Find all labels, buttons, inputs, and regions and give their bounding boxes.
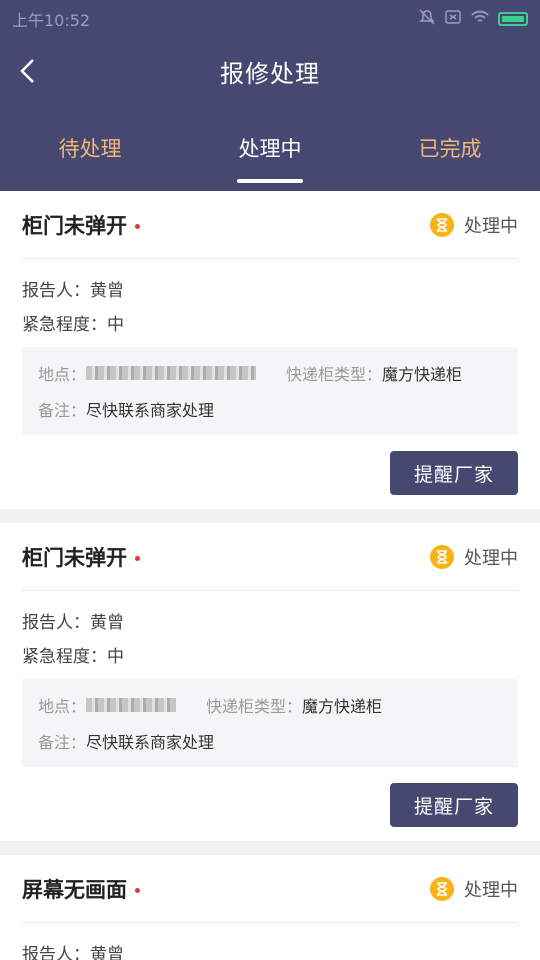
urgent-dot bbox=[135, 556, 140, 561]
status-badge: 处理中 bbox=[430, 876, 518, 902]
sim-icon bbox=[444, 8, 462, 30]
urgency-row: 紧急程度：中 bbox=[22, 305, 518, 339]
location-line: 地点： 快递柜类型： 魔方快递柜 bbox=[38, 687, 502, 723]
location-line: 地点： 快递柜类型： 魔方快递柜 bbox=[38, 355, 502, 391]
reporter-value: 黄曾 bbox=[90, 612, 124, 633]
tab-pending[interactable]: 待处理 bbox=[0, 104, 180, 191]
card-title-text: 柜门未弹开 bbox=[22, 545, 127, 570]
battery-icon bbox=[498, 12, 528, 26]
remark-label: 备注： bbox=[38, 733, 87, 752]
card-body: 报告人： 黄曾 紧急程度：中 地点： 快递柜类型： 魔方快递柜 备注： 尽快联系商… bbox=[22, 259, 518, 435]
urgency-value: 中 bbox=[107, 314, 124, 335]
repair-card[interactable]: 屏幕无画面 处理中 报告人： 黄曾 bbox=[0, 855, 540, 960]
urgency-label: 紧急程度： bbox=[22, 314, 107, 335]
tab-processing[interactable]: 处理中 bbox=[180, 104, 360, 191]
page-title: 报修处理 bbox=[220, 59, 320, 88]
reporter-value: 黄曾 bbox=[90, 280, 124, 301]
locker-type-value: 魔方快递柜 bbox=[302, 697, 383, 716]
card-title-text: 柜门未弹开 bbox=[22, 213, 127, 238]
header: 上午10:52 报修处理 待处理 处理中 已完成 bbox=[0, 0, 540, 191]
locker-type-label: 快递柜类型： bbox=[286, 365, 383, 384]
reporter-value: 黄曾 bbox=[90, 944, 124, 960]
status-text: 处理中 bbox=[464, 215, 518, 237]
urgency-label: 紧急程度： bbox=[22, 646, 107, 667]
tab-completed[interactable]: 已完成 bbox=[360, 104, 540, 191]
reporter-row: 报告人： 黄曾 bbox=[22, 603, 518, 637]
card-actions: 提醒厂家 bbox=[22, 767, 518, 841]
urgent-dot bbox=[135, 888, 140, 893]
urgency-row: 紧急程度：中 bbox=[22, 637, 518, 671]
location-blurred bbox=[86, 366, 257, 380]
nav-bar: 报修处理 bbox=[0, 38, 540, 104]
hourglass-icon bbox=[430, 544, 454, 569]
reporter-row: 报告人： 黄曾 bbox=[22, 271, 518, 305]
tab-bar: 待处理 处理中 已完成 bbox=[0, 104, 540, 191]
card-title: 柜门未弹开 bbox=[22, 542, 140, 572]
mute-icon bbox=[418, 8, 436, 30]
remind-manufacturer-button[interactable]: 提醒厂家 bbox=[390, 783, 518, 827]
locker-type-label: 快递柜类型： bbox=[206, 697, 303, 716]
detail-box: 地点： 快递柜类型： 魔方快递柜 备注： 尽快联系商家处理 bbox=[22, 347, 518, 435]
urgency-value: 中 bbox=[107, 646, 124, 667]
location-label: 地点： bbox=[38, 365, 87, 384]
repair-card[interactable]: 柜门未弹开 处理中 报告人： 黄曾 紧急程度：中 地点： 快递柜类型： 魔方快递柜… bbox=[0, 191, 540, 509]
remark-line: 备注： 尽快联系商家处理 bbox=[38, 723, 502, 759]
card-actions: 提醒厂家 bbox=[22, 435, 518, 509]
reporter-label: 报告人： bbox=[22, 612, 90, 633]
status-badge: 处理中 bbox=[430, 544, 518, 570]
reporter-label: 报告人： bbox=[22, 944, 90, 960]
back-icon[interactable] bbox=[14, 56, 44, 86]
status-badge: 处理中 bbox=[430, 212, 518, 238]
location-label: 地点： bbox=[38, 697, 87, 716]
status-time: 上午10:52 bbox=[12, 11, 91, 30]
detail-box: 地点： 快递柜类型： 魔方快递柜 备注： 尽快联系商家处理 bbox=[22, 679, 518, 767]
card-body: 报告人： 黄曾 紧急程度：中 地点： 快递柜类型： 魔方快递柜 备注： 尽快联系商… bbox=[22, 591, 518, 767]
remark-value: 尽快联系商家处理 bbox=[86, 401, 215, 420]
repair-card[interactable]: 柜门未弹开 处理中 报告人： 黄曾 紧急程度：中 地点： 快递柜类型： 魔方快递柜… bbox=[0, 523, 540, 841]
card-title: 柜门未弹开 bbox=[22, 210, 140, 240]
hourglass-icon bbox=[430, 876, 454, 901]
reporter-label: 报告人： bbox=[22, 280, 90, 301]
remark-label: 备注： bbox=[38, 401, 87, 420]
wifi-icon bbox=[470, 8, 490, 30]
location-blurred bbox=[86, 698, 177, 712]
card-header: 屏幕无画面 处理中 bbox=[22, 855, 518, 923]
remark-line: 备注： 尽快联系商家处理 bbox=[38, 391, 502, 427]
urgent-dot bbox=[135, 224, 140, 229]
hourglass-icon bbox=[430, 212, 454, 237]
card-header: 柜门未弹开 处理中 bbox=[22, 523, 518, 591]
remark-value: 尽快联系商家处理 bbox=[86, 733, 215, 752]
locker-type-value: 魔方快递柜 bbox=[382, 365, 463, 384]
remind-manufacturer-button[interactable]: 提醒厂家 bbox=[390, 451, 518, 495]
card-body: 报告人： 黄曾 bbox=[22, 923, 518, 960]
status-bar: 上午10:52 bbox=[0, 0, 540, 38]
card-title: 屏幕无画面 bbox=[22, 874, 140, 904]
reporter-row: 报告人： 黄曾 bbox=[22, 935, 518, 960]
status-text: 处理中 bbox=[464, 547, 518, 569]
status-text: 处理中 bbox=[464, 879, 518, 901]
card-header: 柜门未弹开 处理中 bbox=[22, 191, 518, 259]
card-title-text: 屏幕无画面 bbox=[22, 877, 127, 902]
status-icons bbox=[418, 8, 528, 30]
